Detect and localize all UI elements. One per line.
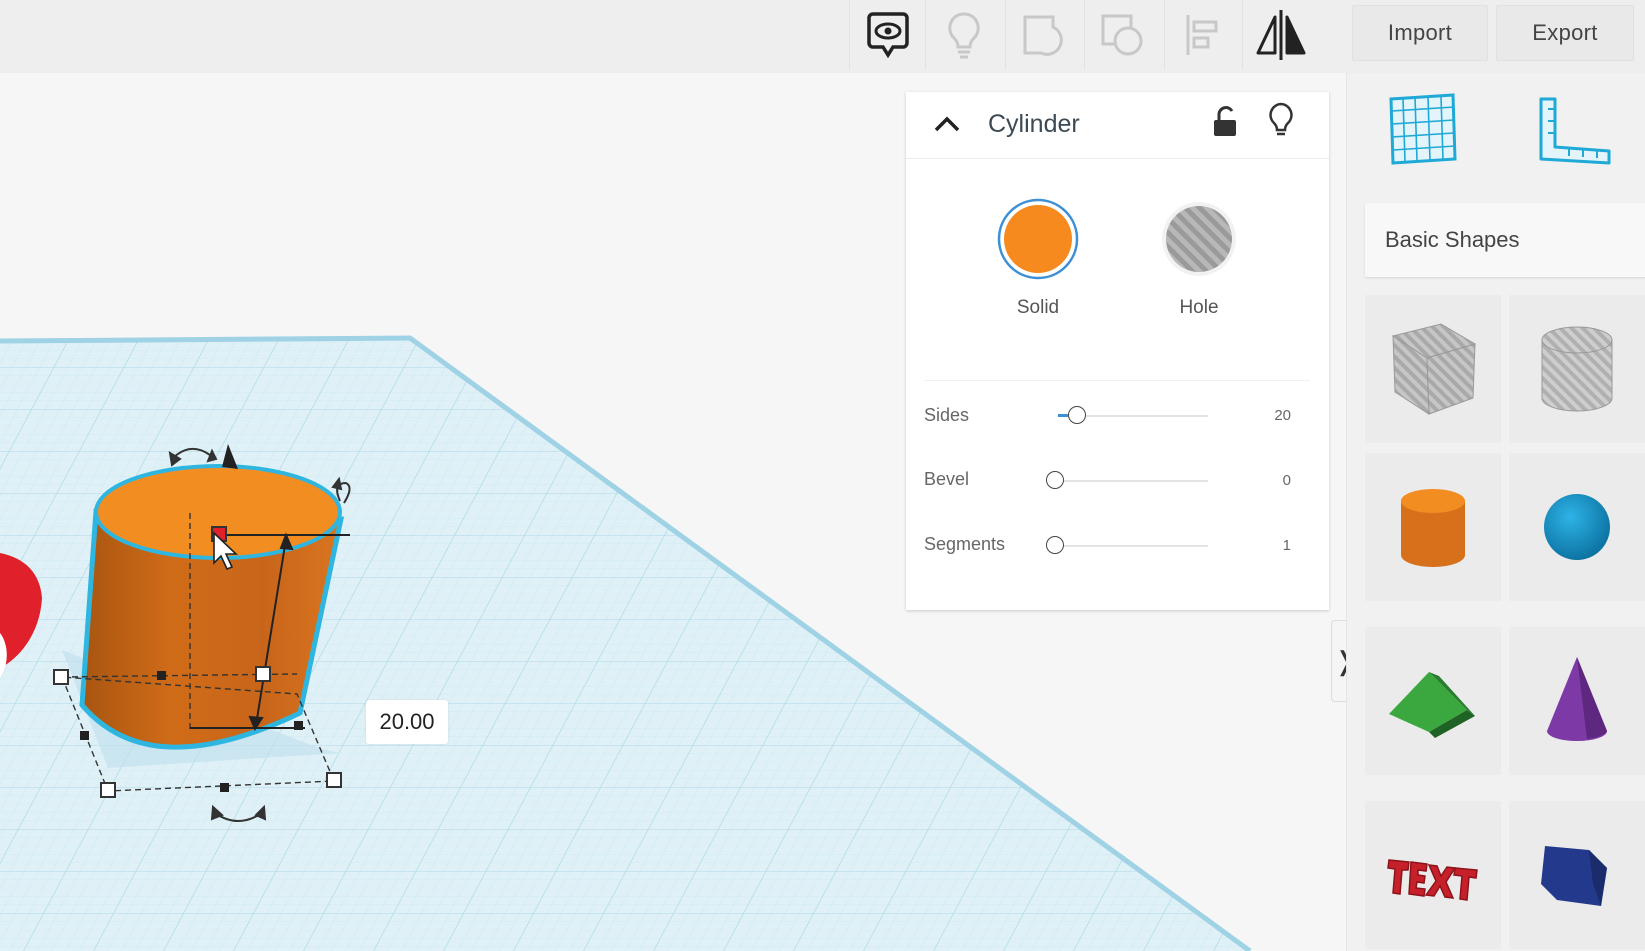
lock-icon[interactable] (1212, 106, 1238, 138)
align-icon (1186, 15, 1218, 55)
segments-label: Segments (924, 534, 1006, 554)
align-button[interactable] (1164, 0, 1241, 70)
chevron-up-icon[interactable] (934, 116, 960, 132)
box-hole-icon (1391, 323, 1477, 415)
shape-tile-roof[interactable] (1365, 627, 1501, 775)
inspector-header: Cylinder (906, 92, 1329, 159)
cone-icon (1547, 657, 1607, 741)
shapes-panel: Basic Shapes (1346, 73, 1645, 951)
ungroup-button[interactable] (1084, 0, 1161, 70)
bevel-slider-track[interactable] (1058, 480, 1208, 482)
shape-tile-cone[interactable] (1509, 627, 1645, 775)
mirror-button[interactable] (1242, 0, 1319, 70)
solid-label: Solid (1016, 297, 1060, 318)
group-icon (1023, 15, 1063, 56)
notes-button[interactable] (849, 0, 926, 70)
hole-label: Hole (1179, 297, 1219, 318)
shape-tile-cylinder-hole[interactable] (1509, 295, 1645, 443)
lightbulb-icon (948, 12, 980, 59)
shape-tile-cylinder[interactable] (1365, 453, 1501, 601)
shape-inspector: Cylinder Solid Hole Sides 20 Bevel 0 Seg… (906, 92, 1329, 610)
sides-value[interactable]: 20 (1274, 407, 1291, 424)
divider (924, 380, 1310, 381)
export-button[interactable]: Export (1496, 5, 1634, 61)
import-button[interactable]: Import (1352, 5, 1488, 61)
shape-tile-box-hole[interactable] (1365, 295, 1501, 443)
height-value-label[interactable]: 20.00 (366, 700, 448, 744)
lightbulb-button[interactable] (925, 0, 1002, 70)
top-toolbar: Import Export (0, 0, 1645, 73)
segments-slider-knob[interactable] (1046, 536, 1064, 554)
sides-slider-fill (1058, 414, 1068, 417)
notes-icon (867, 12, 909, 59)
shape-tile-sphere[interactable] (1509, 453, 1645, 601)
bevel-slider-knob[interactable] (1046, 471, 1064, 489)
hole-swatch[interactable] (1156, 196, 1242, 282)
cylinder-hole-icon (1541, 326, 1613, 412)
polygon-icon (1541, 846, 1607, 906)
sides-slider-knob[interactable] (1068, 406, 1086, 424)
bevel-label: Bevel (924, 469, 970, 489)
shape-tile-text[interactable] (1365, 801, 1501, 949)
sphere-icon (1544, 494, 1610, 560)
workplane-icon[interactable] (1387, 93, 1459, 165)
ungroup-icon (1101, 14, 1143, 56)
bevel-value[interactable]: 0 (1283, 472, 1291, 489)
cylinder-icon (1401, 489, 1465, 567)
shape-title: Cylinder (988, 110, 1080, 138)
segments-slider-track[interactable] (1058, 545, 1208, 547)
mirror-icon (1256, 10, 1306, 60)
group-button[interactable] (1005, 0, 1082, 70)
shape-library-select[interactable]: Basic Shapes (1365, 203, 1645, 277)
shape-tile-polygon[interactable] (1509, 801, 1645, 949)
segments-value[interactable]: 1 (1283, 537, 1291, 554)
solid-swatch[interactable] (995, 196, 1081, 282)
lightbulb-icon[interactable] (1268, 102, 1294, 140)
sides-label: Sides (924, 405, 970, 425)
text-shape-icon (1387, 859, 1478, 901)
roof-icon (1389, 672, 1475, 738)
ruler-icon[interactable] (1537, 95, 1615, 167)
